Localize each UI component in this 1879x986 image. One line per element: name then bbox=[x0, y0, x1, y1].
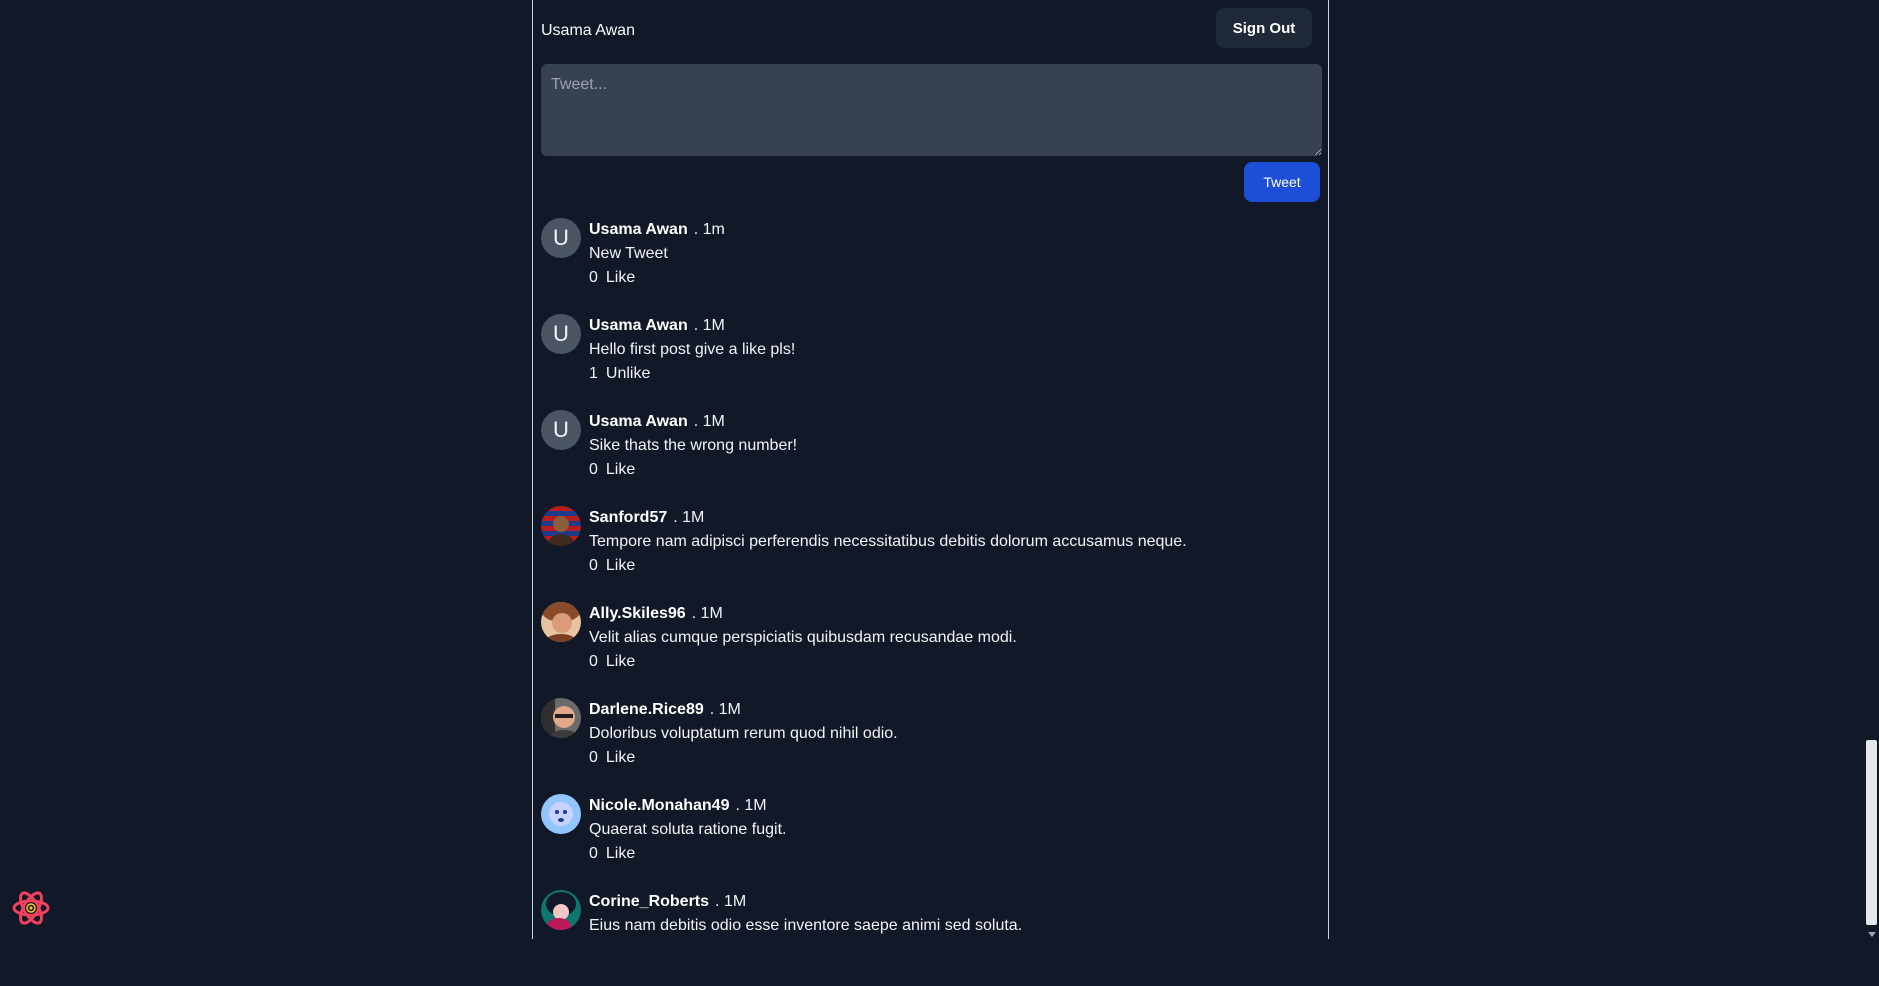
tweet-author[interactable]: Usama Awan bbox=[589, 221, 688, 238]
like-button[interactable]: Like bbox=[606, 461, 635, 478]
tweet-text: Tempore nam adipisci perferendis necessi… bbox=[589, 533, 1187, 550]
like-button[interactable]: Like bbox=[606, 653, 635, 670]
tweet-item: Darlene.Rice89 . 1M Doloribus voluptatum … bbox=[541, 698, 1320, 794]
like-button[interactable]: Like bbox=[606, 269, 635, 286]
tweet-item: Nicole.Monahan49 . 1M Quaerat soluta rati… bbox=[541, 794, 1320, 890]
tweet-item: U Usama Awan . 1M Hello first post give a… bbox=[541, 314, 1320, 410]
sign-out-button[interactable]: Sign Out bbox=[1216, 8, 1312, 48]
like-count: 0 bbox=[589, 653, 598, 670]
tweet-author[interactable]: Usama Awan bbox=[589, 317, 688, 334]
avatar[interactable]: U bbox=[541, 410, 581, 450]
tweet-author[interactable]: Darlene.Rice89 bbox=[589, 701, 704, 718]
tweet-time: . 1M bbox=[715, 893, 747, 910]
tweet-time: . 1M bbox=[673, 509, 705, 526]
tweet-text: Velit alias cumque perspiciatis quibusda… bbox=[589, 629, 1017, 646]
current-username: Usama Awan bbox=[541, 22, 635, 39]
tweet-time: . 1m bbox=[693, 221, 725, 238]
tweet-item: Sanford57 . 1M Tempore nam adipisci perfe… bbox=[541, 506, 1320, 602]
tweet-time: . 1M bbox=[709, 701, 741, 718]
tweet-input[interactable] bbox=[541, 64, 1322, 156]
like-count: 0 bbox=[589, 845, 598, 862]
avatar[interactable] bbox=[541, 890, 581, 930]
tweet-item: U Usama Awan . 1m New Tweet 0 Like bbox=[541, 218, 1320, 314]
avatar[interactable] bbox=[541, 602, 581, 642]
react-devtools-icon[interactable] bbox=[11, 888, 51, 928]
avatar[interactable]: U bbox=[541, 218, 581, 258]
tweet-text: Quaerat soluta ratione fugit. bbox=[589, 821, 787, 838]
feed-column: Usama Awan Sign Out Tweet U Usama Awan . … bbox=[532, 0, 1329, 939]
avatar[interactable] bbox=[541, 794, 581, 834]
tweet-item: U Usama Awan . 1M Sike thats the wrong nu… bbox=[541, 410, 1320, 506]
like-count: 1 bbox=[589, 365, 598, 382]
tweet-author[interactable]: Sanford57 bbox=[589, 509, 667, 526]
like-count: 0 bbox=[589, 269, 598, 286]
tweet-text: Hello first post give a like pls! bbox=[589, 341, 796, 358]
tweet-time: . 1M bbox=[735, 797, 767, 814]
tweet-author[interactable]: Ally.Skiles96 bbox=[589, 605, 686, 622]
like-button[interactable]: Like bbox=[606, 749, 635, 766]
tweet-time: . 1M bbox=[693, 413, 725, 430]
tweet-author[interactable]: Usama Awan bbox=[589, 413, 688, 430]
tweet-button[interactable]: Tweet bbox=[1244, 162, 1320, 202]
tweet-text: Eius nam debitis odio esse inventore sae… bbox=[589, 917, 1023, 934]
tweet-text: New Tweet bbox=[589, 245, 668, 262]
scrollbar-thumb[interactable] bbox=[1866, 740, 1877, 925]
tweet-item: Ally.Skiles96 . 1M Velit alias cumque per… bbox=[541, 602, 1320, 698]
scroll-down-icon[interactable] bbox=[1868, 932, 1876, 937]
like-count: 0 bbox=[589, 749, 598, 766]
tweet-text: Sike thats the wrong number! bbox=[589, 437, 798, 454]
vertical-scrollbar[interactable] bbox=[1864, 0, 1879, 939]
tweet-feed: U Usama Awan . 1m New Tweet 0 Like U Usama… bbox=[541, 218, 1320, 986]
avatar[interactable]: U bbox=[541, 314, 581, 354]
tweet-time: . 1M bbox=[693, 317, 725, 334]
like-button[interactable]: Like bbox=[606, 845, 635, 862]
header: Usama Awan Sign Out bbox=[541, 8, 1320, 48]
tweet-time: . 1M bbox=[691, 605, 723, 622]
like-count: 0 bbox=[589, 461, 598, 478]
like-count: 0 bbox=[589, 557, 598, 574]
tweet-author[interactable]: Nicole.Monahan49 bbox=[589, 797, 729, 814]
like-button[interactable]: Like bbox=[606, 557, 635, 574]
avatar[interactable] bbox=[541, 698, 581, 738]
tweet-author[interactable]: Corine_Roberts bbox=[589, 893, 709, 910]
avatar[interactable] bbox=[541, 506, 581, 546]
unlike-button[interactable]: Unlike bbox=[606, 365, 650, 382]
tweet-item: Corine_Roberts . 1M Eius nam debitis odio… bbox=[541, 890, 1320, 986]
tweet-text: Doloribus voluptatum rerum quod nihil od… bbox=[589, 725, 898, 742]
